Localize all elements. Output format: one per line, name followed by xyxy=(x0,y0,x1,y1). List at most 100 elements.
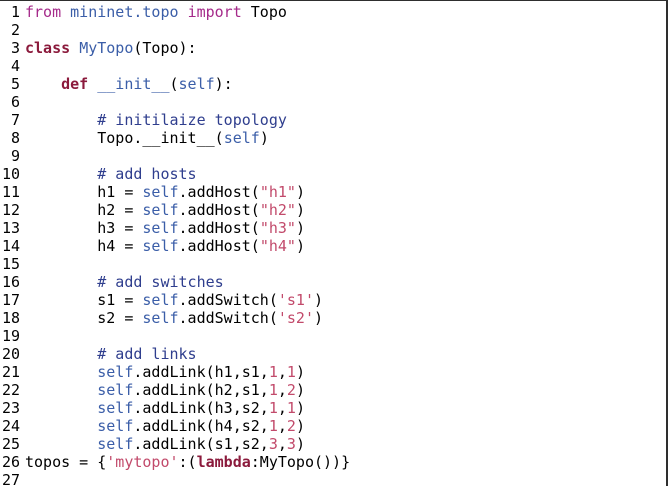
code-token: ): xyxy=(214,75,233,93)
code-line[interactable]: 24 self.addLink(h4,s2,1,2) xyxy=(0,417,305,435)
code-token: .addLink(h2,s1, xyxy=(133,381,269,399)
code-token: h3 = xyxy=(25,219,143,237)
code-editor[interactable]: 1 from mininet.topo import Topo 2 3 class My… xyxy=(0,0,668,489)
line-number: 14 xyxy=(1,237,20,255)
code-line[interactable]: 11 h1 = self.addHost("h1") xyxy=(0,183,305,201)
code-text[interactable]: # initilaize topology xyxy=(25,111,287,129)
code-line[interactable]: 23 self.addLink(h3,s2,1,1) xyxy=(0,399,305,417)
code-token: import xyxy=(187,3,242,21)
code-line[interactable]: 12 h2 = self.addHost("h2") xyxy=(0,201,305,219)
code-line[interactable]: 10 # add hosts xyxy=(0,165,197,183)
code-line[interactable]: 1 from mininet.topo import Topo xyxy=(0,3,287,21)
code-token: 2 xyxy=(286,417,296,435)
code-text[interactable]: # add hosts xyxy=(25,165,196,183)
code-token: from xyxy=(25,3,62,21)
code-token: .addLink(h1,s1, xyxy=(133,363,269,381)
code-line[interactable]: 3 class MyTopo(Topo): xyxy=(0,39,197,57)
code-text[interactable]: h3 = self.addHost("h3") xyxy=(25,219,305,237)
code-line[interactable]: 25 self.addLink(s1,s2,3,3) xyxy=(0,435,305,453)
code-line[interactable]: 18 s2 = self.addSwitch('s2') xyxy=(0,309,323,327)
code-token: self xyxy=(97,417,134,435)
code-line[interactable]: 14 h4 = self.addHost("h4") xyxy=(0,237,305,255)
code-text[interactable]: # add switches xyxy=(25,273,223,291)
code-token: :( xyxy=(178,453,197,471)
code-token: ) xyxy=(295,435,305,453)
code-text[interactable]: topos = {'mytopo':(lambda:MyTopo())} xyxy=(25,453,350,471)
code-line[interactable]: 17 s1 = self.addSwitch('s1') xyxy=(0,291,323,309)
line-number: 7 xyxy=(10,111,20,129)
code-text[interactable]: self.addLink(h4,s2,1,2) xyxy=(25,417,305,435)
code-token: ) xyxy=(295,381,305,399)
code-token: ) xyxy=(295,237,305,255)
code-text[interactable]: h4 = self.addHost("h4") xyxy=(25,237,305,255)
code-line[interactable]: 2 xyxy=(0,21,25,39)
line-number: 19 xyxy=(1,327,20,345)
code-text[interactable]: self.addLink(s1,s2,3,3) xyxy=(25,435,305,453)
line-number: 20 xyxy=(1,345,20,363)
code-token: , xyxy=(277,381,287,399)
code-line[interactable]: 8 Topo.__init__(self) xyxy=(0,129,269,147)
code-token: # add links xyxy=(25,345,197,363)
code-text[interactable]: class MyTopo(Topo): xyxy=(25,39,197,57)
line-number: 23 xyxy=(1,399,20,417)
code-token: ) xyxy=(295,183,305,201)
code-token: self xyxy=(142,291,179,309)
code-text[interactable]: h1 = self.addHost("h1") xyxy=(25,183,305,201)
code-token: , xyxy=(277,399,287,417)
code-line[interactable]: 26 topos = {'mytopo':(lambda:MyTopo())} xyxy=(0,453,350,471)
code-token: .addHost( xyxy=(178,183,260,201)
code-token: h1 = xyxy=(25,183,143,201)
code-text[interactable]: h2 = self.addHost("h2") xyxy=(25,201,305,219)
code-text[interactable]: from mininet.topo import Topo xyxy=(25,3,287,21)
line-number: 16 xyxy=(1,273,20,291)
code-token: Topo.__init__( xyxy=(25,129,224,147)
code-token: # initilaize topology xyxy=(25,111,287,129)
code-line[interactable]: 22 self.addLink(h2,s1,1,2) xyxy=(0,381,305,399)
code-token: ) xyxy=(295,399,305,417)
code-token: ) xyxy=(314,309,324,327)
code-token: .addHost( xyxy=(178,201,260,219)
code-line[interactable]: 5 def __init__(self): xyxy=(0,75,233,93)
line-number: 13 xyxy=(1,219,20,237)
code-token: .addHost( xyxy=(178,219,260,237)
code-line[interactable]: 9 xyxy=(0,147,25,165)
code-line[interactable]: 13 h3 = self.addHost("h3") xyxy=(0,219,305,237)
code-text[interactable]: def __init__(self): xyxy=(25,75,233,93)
code-token: (Topo): xyxy=(133,39,197,57)
code-line[interactable]: 15 xyxy=(0,255,25,273)
code-line[interactable]: 7 # initilaize topology xyxy=(0,111,287,129)
code-text[interactable]: s1 = self.addSwitch('s1') xyxy=(25,291,323,309)
code-token: 1 xyxy=(286,399,296,417)
code-line[interactable]: 27 xyxy=(0,471,25,489)
code-token: 'mytopo' xyxy=(106,453,179,471)
line-number: 8 xyxy=(10,129,20,147)
code-token: .addSwitch( xyxy=(178,291,278,309)
line-number: 6 xyxy=(10,93,20,111)
code-line[interactable]: 21 self.addLink(h1,s1,1,1) xyxy=(0,363,305,381)
code-token: 3 xyxy=(268,435,278,453)
code-text[interactable]: self.addLink(h3,s2,1,1) xyxy=(25,399,305,417)
line-number: 12 xyxy=(1,201,20,219)
line-number: 26 xyxy=(1,453,20,471)
code-token: 1 xyxy=(268,363,278,381)
code-text[interactable]: self.addLink(h1,s1,1,1) xyxy=(25,363,305,381)
code-line[interactable]: 19 xyxy=(0,327,25,345)
code-token: 's2' xyxy=(277,309,314,327)
line-number: 9 xyxy=(10,147,20,165)
code-line[interactable]: 6 xyxy=(0,93,25,111)
code-line[interactable]: 16 # add switches xyxy=(0,273,224,291)
code-text[interactable]: Topo.__init__(self) xyxy=(25,129,269,147)
code-line[interactable]: 20 # add links xyxy=(0,345,197,363)
code-line[interactable]: 4 xyxy=(0,57,25,75)
code-text[interactable]: s2 = self.addSwitch('s2') xyxy=(25,309,323,327)
line-number: 5 xyxy=(10,75,20,93)
code-text[interactable]: self.addLink(h2,s1,1,2) xyxy=(25,381,305,399)
code-token: __init__ xyxy=(97,75,170,93)
code-token: .addSwitch( xyxy=(178,309,278,327)
code-text[interactable]: # add links xyxy=(25,345,197,363)
code-token: 1 xyxy=(286,363,296,381)
